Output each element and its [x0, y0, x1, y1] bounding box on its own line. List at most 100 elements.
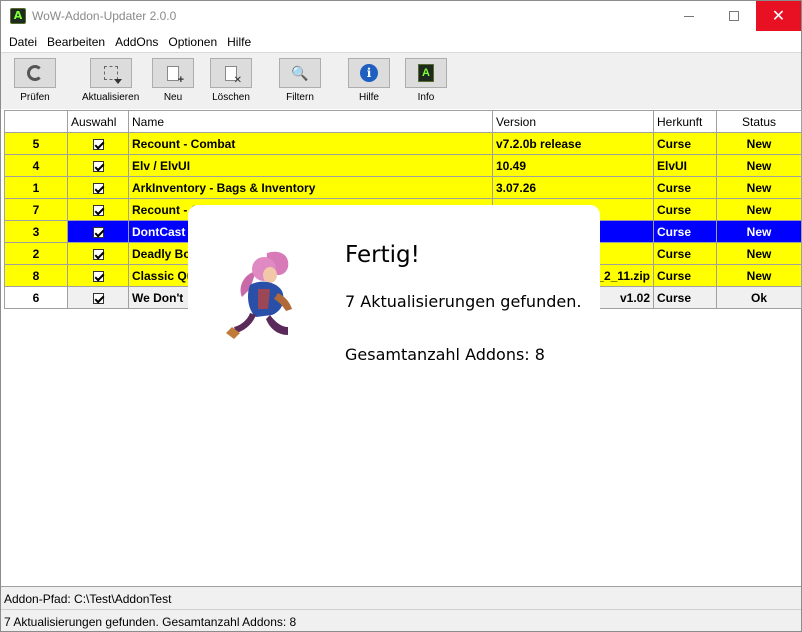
row-status: New — [716, 264, 802, 287]
row-index: 8 — [4, 264, 68, 287]
check-button[interactable] — [14, 58, 56, 88]
checkbox-checked-icon[interactable] — [92, 248, 104, 260]
row-version: v7.2.0b release — [492, 132, 654, 155]
row-origin: Curse — [653, 242, 717, 265]
addon-path-bar: Addon-Pfad: C:\Test\AddonTest — [1, 586, 801, 609]
update-icon — [103, 66, 122, 84]
help-tool[interactable]: i Hilfe — [348, 58, 390, 103]
header-selection[interactable]: Auswahl — [67, 110, 129, 133]
row-origin: Curse — [653, 198, 717, 221]
row-name: ArkInventory - Bags & Inventory — [128, 176, 493, 199]
row-name: Recount - Combat — [128, 132, 493, 155]
header-index[interactable] — [4, 110, 68, 133]
row-index: 1 — [4, 176, 68, 199]
toast-updates-found: 7 Aktualisierungen gefunden. — [345, 292, 582, 311]
table-row[interactable]: 4 Elv / ElvUI 10.49 ElvUI New — [4, 154, 802, 177]
update-button[interactable] — [89, 58, 132, 88]
row-name: Elv / ElvUI — [128, 154, 493, 177]
minimize-button[interactable] — [666, 1, 711, 31]
row-origin: Curse — [653, 176, 717, 199]
filter-button[interactable]: 🔍 — [279, 58, 321, 88]
info-button[interactable]: A — [405, 58, 447, 88]
checkbox-checked-icon[interactable] — [92, 226, 104, 238]
row-checkbox[interactable] — [67, 220, 129, 243]
help-button[interactable]: i — [348, 58, 390, 88]
help-label: Hilfe — [358, 92, 379, 103]
filter-label: Filtern — [286, 92, 314, 103]
title-bar[interactable]: A WoW-Addon-Updater 2.0.0 ✕ — [1, 1, 801, 31]
row-origin: Curse — [653, 132, 717, 155]
row-origin: Curse — [653, 286, 717, 309]
toast-addon-total: Gesamtanzahl Addons: 8 — [345, 345, 545, 364]
header-status[interactable]: Status — [716, 110, 802, 133]
delete-tool[interactable]: Löschen — [210, 58, 252, 103]
menu-addons[interactable]: AddOns — [110, 35, 163, 49]
checkbox-checked-icon[interactable] — [92, 204, 104, 216]
row-index: 7 — [4, 198, 68, 221]
row-index: 5 — [4, 132, 68, 155]
info-label: Info — [417, 92, 435, 103]
new-file-icon — [167, 65, 184, 86]
row-checkbox[interactable] — [67, 154, 129, 177]
row-index: 2 — [4, 242, 68, 265]
check-tool[interactable]: Prüfen — [14, 58, 56, 103]
close-button[interactable]: ✕ — [756, 1, 801, 31]
app-icon: A — [10, 8, 26, 24]
row-origin: Curse — [653, 264, 717, 287]
completion-notification[interactable]: Fertig! 7 Aktualisierungen gefunden. Ges… — [188, 205, 600, 405]
checkbox-checked-icon[interactable] — [92, 160, 104, 172]
maximize-button[interactable] — [711, 1, 756, 31]
info-tool[interactable]: A Info — [405, 58, 447, 103]
toolbar: Prüfen Aktualisieren Neu Löschen 🔍 Filte… — [1, 52, 801, 109]
update-label: Aktualisieren — [82, 92, 140, 103]
row-index: 4 — [4, 154, 68, 177]
row-status: New — [716, 220, 802, 243]
close-icon: ✕ — [771, 8, 786, 25]
gnome-character-icon — [226, 251, 292, 339]
filter-tool[interactable]: 🔍 Filtern — [279, 58, 321, 103]
checkbox-checked-icon[interactable] — [92, 182, 104, 194]
update-tool[interactable]: Aktualisieren — [82, 58, 139, 103]
row-index: 6 — [4, 286, 68, 309]
row-status: New — [716, 154, 802, 177]
row-status: New — [716, 242, 802, 265]
info-circle-icon: i — [360, 64, 378, 82]
checkbox-checked-icon[interactable] — [92, 270, 104, 282]
header-origin[interactable]: Herkunft — [653, 110, 717, 133]
table-row[interactable]: 1 ArkInventory - Bags & Inventory 3.07.2… — [4, 176, 802, 199]
header-name[interactable]: Name — [128, 110, 493, 133]
delete-button[interactable] — [210, 58, 252, 88]
toast-title: Fertig! — [345, 242, 420, 268]
checkbox-checked-icon[interactable] — [92, 292, 104, 304]
grid-header-row: Auswahl Name Version Herkunft Status — [4, 110, 802, 133]
row-checkbox[interactable] — [67, 132, 129, 155]
checkbox-checked-icon[interactable] — [92, 138, 104, 150]
row-checkbox[interactable] — [67, 176, 129, 199]
table-row[interactable]: 5 Recount - Combat v7.2.0b release Curse… — [4, 132, 802, 155]
new-button[interactable] — [152, 58, 194, 88]
row-origin: Curse — [653, 220, 717, 243]
new-label: Neu — [163, 92, 183, 103]
menu-bearbeiten[interactable]: Bearbeiten — [42, 35, 110, 49]
menu-hilfe[interactable]: Hilfe — [222, 35, 256, 49]
delete-label: Löschen — [212, 92, 250, 103]
menu-optionen[interactable]: Optionen — [163, 35, 222, 49]
check-label: Prüfen — [20, 92, 50, 103]
row-checkbox[interactable] — [67, 264, 129, 287]
menu-datei[interactable]: Datei — [4, 35, 42, 49]
row-status: New — [716, 176, 802, 199]
row-status: New — [716, 132, 802, 155]
row-status: Ok — [716, 286, 802, 309]
row-checkbox[interactable] — [67, 198, 129, 221]
main-window: A WoW-Addon-Updater 2.0.0 ✕ Datei Bearbe… — [0, 0, 802, 632]
window-title: WoW-Addon-Updater 2.0.0 — [32, 9, 177, 23]
row-checkbox[interactable] — [67, 286, 129, 309]
row-checkbox[interactable] — [67, 242, 129, 265]
maximize-icon — [728, 11, 739, 21]
header-version[interactable]: Version — [492, 110, 654, 133]
magnifier-icon: 🔍 — [291, 64, 309, 81]
minimize-icon — [683, 15, 694, 17]
new-tool[interactable]: Neu — [152, 58, 194, 103]
row-origin: ElvUI — [653, 154, 717, 177]
row-index: 3 — [4, 220, 68, 243]
